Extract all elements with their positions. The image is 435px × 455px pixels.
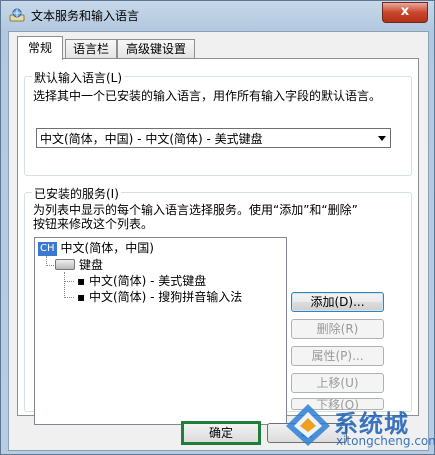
installed-services-group: 已安装的服务(I) 为列表中显示的每个输入语言选择服务。使用“添加”和“删除” …	[24, 185, 412, 425]
tab-general-label: 常规	[27, 41, 52, 55]
keyboard-globe-icon	[9, 8, 25, 22]
tree-node-language[interactable]: CH 中文(简体，中国)	[38, 240, 154, 256]
close-button[interactable]: x	[382, 2, 428, 23]
watermark-logo-icon	[286, 404, 330, 446]
installed-services-label: 已安装的服务(I)	[32, 185, 121, 202]
keyboard-icon	[55, 259, 75, 270]
services-tree[interactable]: CH 中文(简体，中国) 键盘 ▪ 中文(简体) - 美式键盘 ▪ 中文(简体) …	[34, 237, 287, 425]
tree-language-label: 中文(简体，中国)	[60, 241, 154, 255]
tree-service-label: 中文(简体) - 搜狗拼音输入法	[88, 290, 243, 304]
tab-language-bar[interactable]: 语言栏	[65, 39, 117, 59]
tree-connector	[64, 297, 74, 298]
tab-advanced-label: 高级键设置	[125, 42, 186, 56]
tree-connector	[64, 272, 65, 298]
tree-connector	[46, 265, 54, 266]
installed-services-description-line1: 为列表中显示的每个输入语言选择服务。使用“添加”和“删除”	[33, 203, 358, 217]
ok-button[interactable]: 确定	[181, 421, 261, 445]
properties-button[interactable]: 属性(P)...	[291, 346, 384, 366]
tree-service-label: 中文(简体) - 美式键盘	[88, 274, 207, 288]
tree-node-service[interactable]: ▪ 中文(简体) - 美式键盘	[77, 273, 206, 289]
default-language-group: 默认输入语言(L) 选择其中一个已安装的输入语言，用作所有输入字段的默认语言。 …	[24, 69, 412, 176]
watermark-url: xitongcheng.com	[336, 434, 435, 448]
close-icon: x	[400, 4, 410, 19]
window-title: 文本服务和输入语言	[31, 9, 140, 23]
chevron-down-icon[interactable]	[378, 136, 386, 141]
default-language-description: 选择其中一个已安装的输入语言，用作所有输入字段的默认语言。	[33, 89, 382, 103]
bullet-icon: ▪	[77, 274, 89, 288]
tree-node-keyboard[interactable]: 键盘	[55, 257, 103, 273]
dialog-window: 文本服务和输入语言 x 常规 语言栏 高级键设置 默认输入语言(L) 选择其中一…	[0, 0, 435, 455]
default-language-label: 默认输入语言(L)	[32, 69, 125, 86]
move-up-button[interactable]: 上移(U)	[291, 373, 384, 393]
bullet-icon: ▪	[77, 290, 89, 304]
tab-language-bar-label: 语言栏	[72, 42, 109, 56]
tree-node-service[interactable]: ▪ 中文(简体) - 搜狗拼音输入法	[77, 289, 242, 305]
watermark: 系统城 xitongcheng.com	[276, 398, 435, 453]
tab-general[interactable]: 常规	[17, 36, 63, 60]
default-language-selected-value: 中文(简体，中国) - 中文(简体) - 美式键盘	[40, 132, 263, 146]
add-button[interactable]: 添加(D)...	[291, 292, 384, 312]
title-bar[interactable]: 文本服务和输入语言 x	[1, 1, 434, 29]
dialog-client-area: 常规 语言栏 高级键设置 默认输入语言(L) 选择其中一个已安装的输入语言，用作…	[8, 31, 429, 451]
language-badge: CH	[38, 242, 57, 256]
installed-services-description-line2: 按钮来修改这个列表。	[33, 217, 154, 231]
general-tab-panel: 默认输入语言(L) 选择其中一个已安装的输入语言，用作所有输入字段的默认语言。 …	[17, 58, 419, 425]
tab-advanced-key-settings[interactable]: 高级键设置	[117, 39, 195, 59]
tree-category-label: 键盘	[79, 258, 104, 272]
default-language-select[interactable]: 中文(简体，中国) - 中文(简体) - 美式键盘	[36, 128, 391, 148]
tree-connector	[64, 281, 74, 282]
remove-button[interactable]: 删除(R)	[291, 319, 384, 339]
